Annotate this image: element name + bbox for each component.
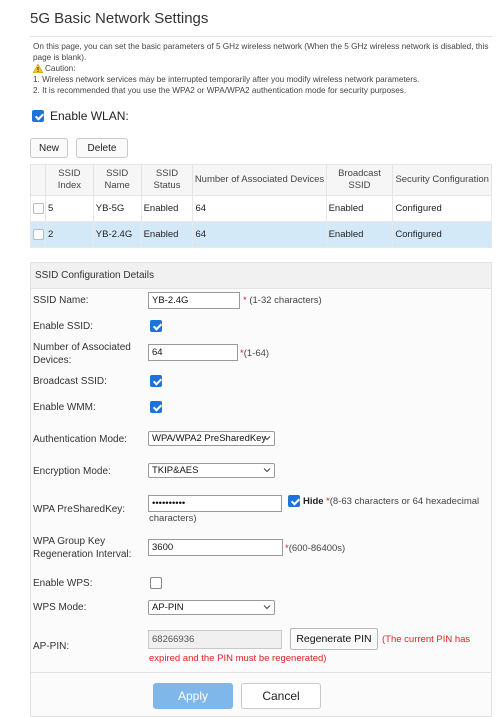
authentication-mode-select[interactable]: WPA/WPA2 PreSharedKey	[148, 431, 275, 446]
group-key-interval-hint-text: (600-86400s)	[288, 543, 346, 554]
cell-ssid-name: YB-2.4G	[92, 221, 142, 248]
wps-mode-value: AP-PIN	[152, 602, 184, 613]
encryption-mode-label: Encryption Mode:	[33, 466, 111, 477]
page: 5G Basic Network Settings On this page, …	[0, 0, 500, 717]
associated-devices-hint-text: (1-64)	[243, 348, 270, 359]
warning-icon	[33, 64, 43, 73]
delete-button[interactable]: Delete	[76, 138, 128, 158]
column-header-security-configuration: Security Configuration	[392, 164, 492, 196]
encryption-mode-select[interactable]: TKIP&AES	[148, 463, 275, 478]
ssid-table: SSID Index SSID Name SSID Status Number …	[30, 164, 492, 248]
title-divider	[30, 36, 492, 37]
enable-wmm-checkbox[interactable]	[150, 401, 162, 413]
group-key-interval-input[interactable]: 3600	[148, 539, 283, 556]
enable-wps-checkbox[interactable]	[150, 577, 162, 589]
column-header-associated-devices: Number of Associated Devices	[192, 164, 327, 196]
cell-broadcast-ssid: Enabled	[325, 195, 394, 222]
hide-psk-checkbox[interactable]	[288, 495, 300, 507]
select-column-header	[30, 164, 46, 196]
ssid-name-hint: * (1-32 characters)	[243, 294, 322, 307]
column-header-broadcast-ssid: Broadcast SSID	[325, 164, 394, 196]
enable-wmm-label: Enable WMM:	[33, 402, 96, 413]
enable-wlan-checkbox[interactable]	[32, 110, 44, 122]
cell-broadcast-ssid: Enabled	[325, 221, 394, 248]
enable-ssid-label: Enable SSID:	[33, 321, 94, 332]
ap-pin-label: AP-PIN:	[33, 641, 70, 652]
group-key-interval-label: WPA Group Key Regeneration Interval:	[33, 536, 132, 560]
chevron-down-icon	[263, 436, 271, 441]
page-description: On this page, you can set the basic para…	[33, 41, 493, 96]
cell-security-configuration: Configured	[392, 195, 492, 222]
hide-psk-label: Hide	[303, 496, 324, 507]
actions-divider	[30, 672, 492, 673]
wps-mode-select[interactable]: AP-PIN	[148, 600, 275, 615]
wps-mode-label: WPS Mode:	[33, 602, 87, 613]
psk-label: WPA PreSharedKey:	[33, 504, 126, 515]
ap-pin-input[interactable]: 68266936	[148, 630, 282, 649]
row-checkbox[interactable]	[33, 228, 44, 240]
regenerate-pin-button[interactable]: Regenerate PIN	[290, 628, 378, 650]
cell-associated-devices: 64	[192, 221, 327, 248]
chevron-down-icon	[263, 605, 271, 610]
encryption-mode-value: TKIP&AES	[152, 465, 199, 476]
row-checkbox[interactable]	[33, 202, 44, 214]
caution-item-1: 1. Wireless network services may be inte…	[33, 75, 420, 84]
ssid-name-hint-text: (1-32 characters)	[249, 295, 322, 306]
enable-ssid-checkbox[interactable]	[150, 320, 162, 332]
table-header-row: SSID Index SSID Name SSID Status Number …	[30, 164, 492, 196]
apply-button[interactable]: Apply	[153, 683, 233, 709]
caution-line: Caution:	[33, 63, 493, 74]
ap-pin-note: (The current PIN has	[382, 634, 471, 645]
cell-ssid-status: Enabled	[140, 195, 194, 222]
enable-wlan-label: Enable WLAN:	[50, 109, 129, 123]
psk-hint-text: (8-63 characters or 64 hexadecimal	[329, 496, 480, 507]
psk-input[interactable]: ••••••••••	[148, 495, 282, 512]
table-row-selected[interactable]: 2 YB-2.4G Enabled 64 Enabled Configured	[30, 221, 492, 248]
authentication-mode-value: WPA/WPA2 PreSharedKey	[152, 433, 267, 444]
enable-wps-label: Enable WPS:	[33, 578, 93, 589]
broadcast-ssid-checkbox[interactable]	[150, 375, 162, 387]
row-select-cell	[30, 195, 46, 222]
new-button[interactable]: New	[30, 138, 68, 158]
cancel-button[interactable]: Cancel	[241, 683, 321, 709]
associated-devices-hint: *(1-64)	[240, 347, 269, 360]
group-key-interval-hint: *(600-86400s)	[285, 542, 345, 555]
page-title: 5G Basic Network Settings	[30, 10, 209, 27]
ssid-name-label: SSID Name:	[33, 295, 89, 306]
ssid-name-input[interactable]: YB-2.4G	[148, 292, 240, 309]
cell-ssid-name: YB-5G	[92, 195, 142, 222]
associated-devices-input[interactable]: 64	[148, 344, 238, 361]
table-row[interactable]: 5 YB-5G Enabled 64 Enabled Configured	[30, 195, 492, 222]
ap-pin-note-line2: expired and the PIN must be regenerated)	[149, 653, 327, 664]
details-header: SSID Configuration Details	[31, 263, 491, 289]
cell-ssid-index: 5	[45, 195, 94, 222]
psk-hint-line2: characters)	[149, 513, 197, 524]
authentication-mode-label: Authentication Mode:	[33, 434, 127, 445]
caution-label: Caution:	[45, 64, 76, 73]
column-header-ssid-status: SSID Status	[140, 164, 194, 196]
caution-item-2: 2. It is recommended that you use the WP…	[33, 86, 407, 95]
psk-hint: *(8-63 characters or 64 hexadecimal	[326, 495, 479, 508]
enable-wlan-row: Enable WLAN:	[32, 109, 129, 123]
broadcast-ssid-label: Broadcast SSID:	[33, 376, 107, 387]
associated-devices-label: Number of Associated Devices:	[33, 342, 131, 366]
cell-associated-devices: 64	[192, 195, 327, 222]
description-text: On this page, you can set the basic para…	[33, 42, 489, 62]
cell-security-configuration: Configured	[392, 221, 492, 248]
column-header-ssid-name: SSID Name	[92, 164, 142, 196]
cell-ssid-status: Enabled	[140, 221, 194, 248]
column-header-ssid-index: SSID Index	[45, 164, 94, 196]
row-select-cell	[30, 221, 46, 248]
chevron-down-icon	[263, 468, 271, 473]
cell-ssid-index: 2	[45, 221, 94, 248]
